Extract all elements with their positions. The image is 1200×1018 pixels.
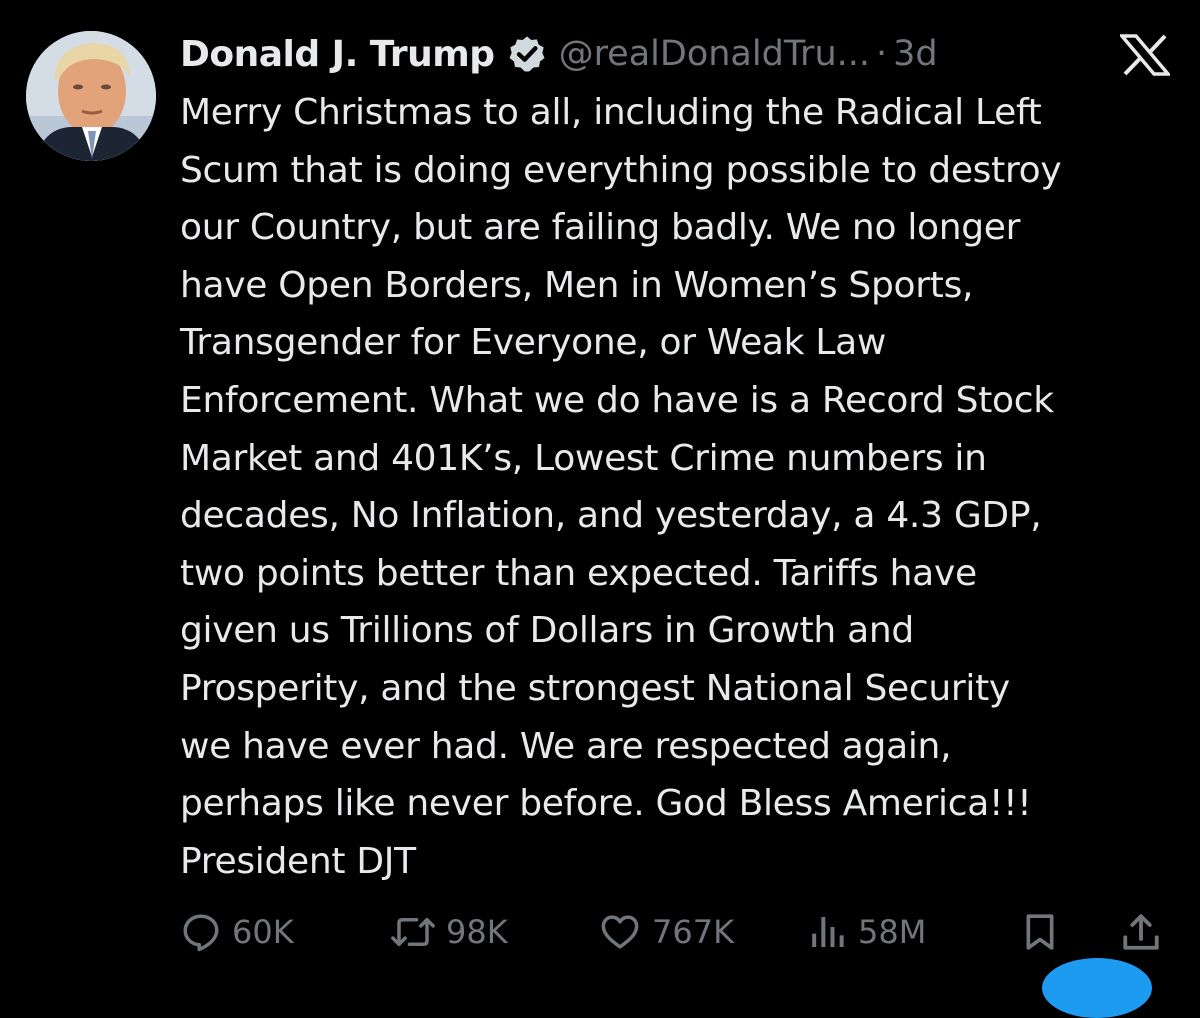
repost-count: 98K — [446, 913, 508, 951]
tweet-text-line: we have ever had. We are respected again… — [180, 725, 952, 767]
reply-icon — [183, 914, 219, 952]
tweet-text-line: Market and 401K’s, Lowest Crime numbers … — [180, 437, 987, 479]
tweet-header: Donald J. Trump @realDonaldTru... · 3d — [180, 24, 938, 84]
tweet-text-line: decades, No Inflation, and yesterday, a … — [180, 495, 1042, 537]
tweet-text-line: given us Trillions of Dollars in Growth … — [180, 610, 914, 652]
repost-button[interactable]: 98K — [390, 906, 508, 958]
view-count: 58M — [858, 913, 927, 951]
compose-button[interactable] — [1042, 958, 1152, 1018]
reply-count: 60K — [232, 913, 294, 951]
verified-badge-icon[interactable] — [507, 34, 547, 74]
tweet-text-line: two points better than expected. Tariffs… — [180, 552, 977, 594]
x-logo-icon[interactable] — [1118, 34, 1172, 76]
tweet-text-line: our Country, but are failing badly. We n… — [180, 207, 1021, 249]
tweet-text-line: perhaps like never before. God Bless Ame… — [180, 783, 1032, 825]
like-button[interactable]: 767K — [598, 906, 734, 958]
views-button[interactable]: 58M — [808, 906, 926, 958]
tweet-text-line: Scum that is doing everything possible t… — [180, 149, 1062, 191]
reply-button[interactable]: 60K — [180, 906, 294, 958]
bookmark-icon — [1026, 914, 1054, 950]
tweet-text-line: Prosperity, and the strongest National S… — [180, 667, 1010, 709]
like-count: 767K — [652, 913, 735, 951]
bookmark-button[interactable] — [1020, 906, 1060, 958]
avatar[interactable] — [26, 31, 156, 161]
avatar-image — [26, 31, 156, 161]
views-icon — [812, 917, 844, 947]
author-name[interactable]: Donald J. Trump — [180, 34, 495, 75]
heart-icon — [601, 915, 639, 949]
tweet-text-line: Enforcement. What we do have is a Record… — [180, 379, 1054, 421]
tweet-text-line: Transgender for Everyone, or Weak Law — [180, 322, 887, 364]
tweet-text-line: have Open Borders, Men in Women’s Sports… — [180, 264, 974, 306]
share-button[interactable] — [1120, 906, 1162, 958]
repost-icon — [391, 918, 435, 946]
author-handle[interactable]: @realDonaldTru... — [559, 34, 870, 74]
separator-dot: · — [876, 34, 888, 74]
share-icon — [1123, 914, 1159, 950]
tweet-text-line: President DJT — [180, 840, 416, 882]
tweet-timestamp[interactable]: 3d — [893, 34, 938, 74]
tweet-text: Merry Christmas to all, including the Ra… — [180, 84, 1180, 890]
tweet-action-bar: 60K 98K 767K 58M — [180, 906, 1180, 958]
tweet-text-line: Merry Christmas to all, including the Ra… — [180, 92, 1042, 133]
